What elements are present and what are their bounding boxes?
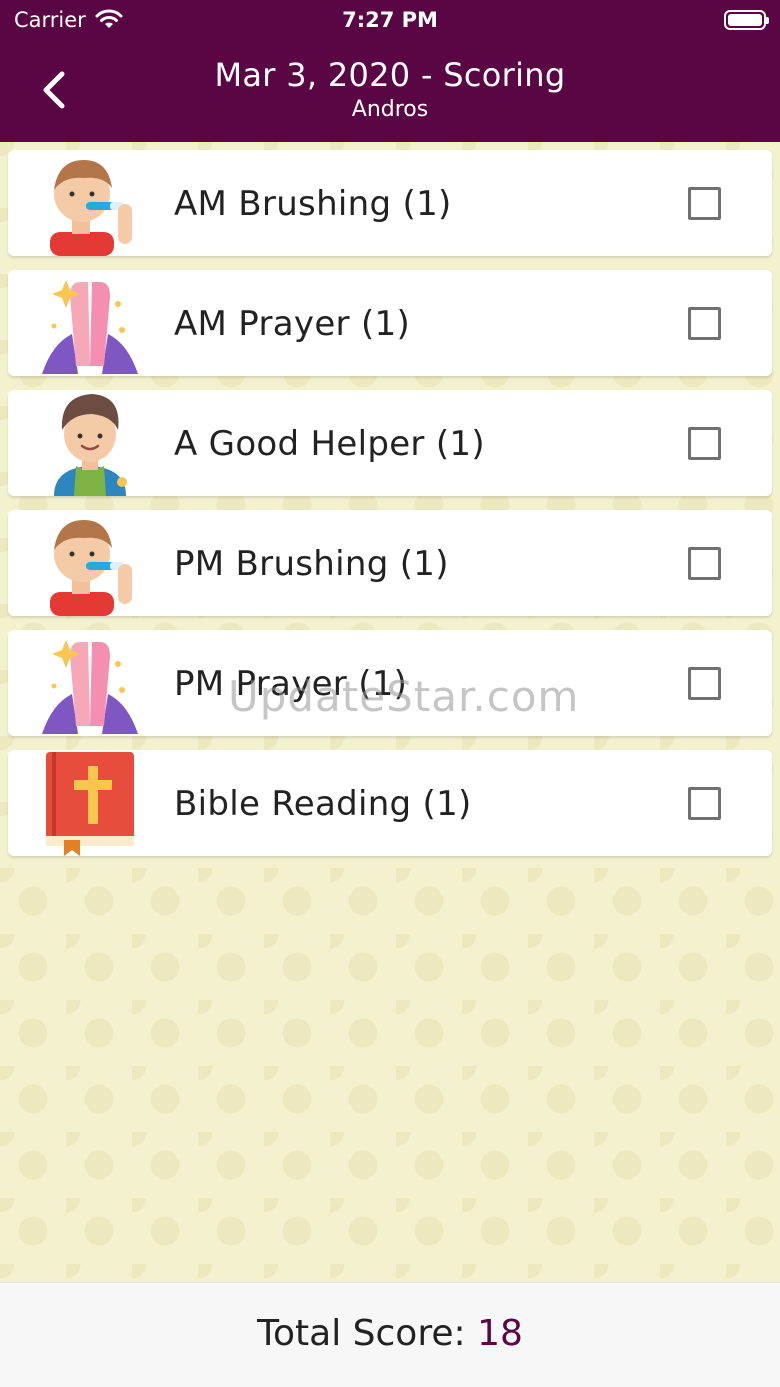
total-score: Total Score: 18: [0, 1313, 780, 1354]
praying-hands-icon: [42, 640, 138, 734]
task-checkbox[interactable]: [688, 787, 721, 820]
list-item[interactable]: AM Prayer (1): [8, 270, 772, 376]
task-checkbox[interactable]: [688, 667, 721, 700]
list-item[interactable]: A Good Helper (1): [8, 390, 772, 496]
score-footer: Total Score: 18: [0, 1282, 780, 1387]
task-label: AM Brushing (1): [174, 184, 452, 224]
task-checkbox[interactable]: [688, 427, 721, 460]
list-item[interactable]: PM Brushing (1): [8, 510, 772, 616]
task-checkbox[interactable]: [688, 307, 721, 340]
task-list: AM Brushing (1) AM Prayer (1) A Good Hel…: [8, 150, 772, 870]
task-checkbox[interactable]: [688, 547, 721, 580]
status-time: 7:27 PM: [342, 8, 438, 32]
task-label: PM Brushing (1): [174, 544, 449, 584]
task-label: PM Prayer (1): [174, 664, 408, 704]
task-label: AM Prayer (1): [174, 304, 411, 344]
list-item[interactable]: AM Brushing (1): [8, 150, 772, 256]
total-score-value: 18: [477, 1313, 523, 1354]
boy-brushing-teeth-icon: [50, 520, 132, 616]
battery-icon: [724, 10, 769, 30]
list-item[interactable]: Bible Reading (1): [8, 750, 772, 856]
page-title: Mar 3, 2020 - Scoring: [214, 56, 566, 94]
status-bar: Carrier 7:27 PM: [0, 0, 780, 40]
navigation-bar: Carrier 7:27 PM Mar 3, 2020 - Scoring An…: [0, 0, 780, 142]
task-label: Bible Reading (1): [174, 784, 472, 824]
boy-brushing-teeth-icon: [50, 160, 132, 256]
list-item[interactable]: PM Prayer (1): [8, 630, 772, 736]
bible-book-icon: [46, 752, 134, 856]
task-checkbox[interactable]: [688, 187, 721, 220]
boy-helper-icon: [54, 394, 127, 496]
praying-hands-icon: [42, 280, 138, 374]
task-label: A Good Helper (1): [174, 424, 485, 464]
page-subtitle: Andros: [351, 97, 429, 122]
total-score-label: Total Score:: [257, 1313, 466, 1354]
